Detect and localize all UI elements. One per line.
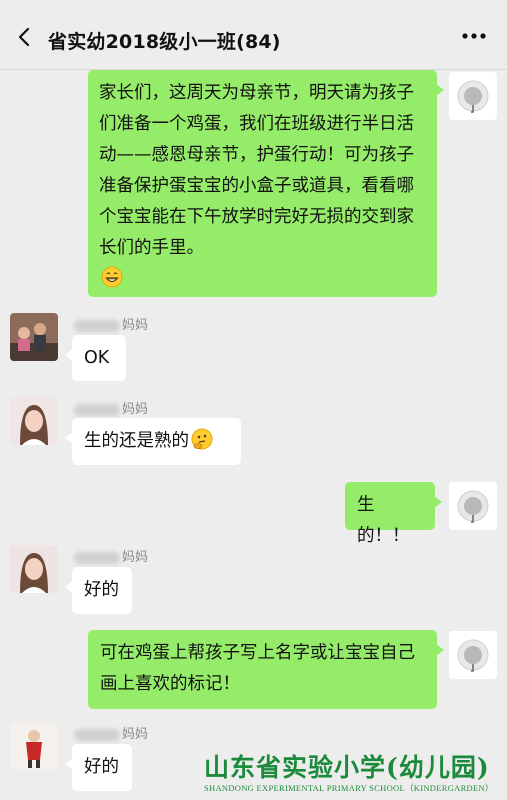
message-bubble[interactable]: 生的还是熟的 — [65, 418, 241, 465]
school-watermark: 山东省实验小学(幼儿园) SHANDONG EXPERIMENTAL PRIMA… — [204, 748, 504, 794]
profile-photo-icon — [449, 482, 497, 530]
redacted-name — [74, 319, 120, 332]
member-avatar[interactable] — [10, 545, 58, 593]
chat-header: 省实幼2018级小一班(84) — [0, 0, 507, 70]
profile-photo-icon — [10, 545, 58, 593]
member-avatar[interactable] — [10, 722, 58, 770]
message-bubble[interactable]: 好的 — [65, 744, 132, 791]
message-text: 生的还是熟的 — [84, 431, 189, 451]
message-text: OK — [84, 348, 110, 368]
member-avatar[interactable] — [10, 397, 58, 445]
redacted-name — [74, 551, 120, 564]
redacted-name — [74, 403, 120, 416]
watermark-title: 山东省实验小学(幼儿园) — [204, 753, 490, 782]
profile-photo-icon — [449, 631, 497, 679]
redacted-name — [74, 728, 120, 741]
member-avatar[interactable] — [10, 313, 58, 361]
message-bubble[interactable]: 生的！！ — [345, 482, 442, 546]
self-avatar[interactable] — [449, 631, 497, 679]
sender-name: 妈妈 — [74, 723, 148, 742]
watermark-subtitle: SHANDONG EXPERIMENTAL PRIMARY SCHOOL（KIN… — [204, 783, 494, 793]
sender-name: 妈妈 — [74, 314, 148, 333]
message-bubble[interactable]: 好的 — [65, 567, 132, 614]
profile-photo-icon — [10, 397, 58, 445]
profile-photo-icon — [10, 313, 58, 361]
message-text: 好的 — [84, 757, 119, 777]
message-text: 生的！！ — [357, 495, 410, 546]
message-text: 可在鸡蛋上帮孩子写上名字或让宝宝自己画上喜欢的标记！ — [100, 643, 415, 694]
grinning-face-icon — [101, 266, 123, 288]
sender-name: 妈妈 — [74, 398, 148, 417]
self-avatar[interactable] — [449, 72, 497, 120]
profile-photo-icon — [449, 72, 497, 120]
profile-photo-icon — [10, 722, 58, 770]
message-bubble[interactable]: OK — [65, 335, 126, 381]
self-avatar[interactable] — [449, 482, 497, 530]
message-bubble[interactable]: 可在鸡蛋上帮孩子写上名字或让宝宝自己画上喜欢的标记！ — [88, 630, 444, 709]
message-text: 家长们，这周天为母亲节，明天请为孩子们准备一个鸡蛋，我们在班级进行半日活动——感… — [99, 83, 414, 258]
chat-title: 省实幼2018级小一班(84) — [48, 31, 281, 53]
message-bubble[interactable]: 家长们，这周天为母亲节，明天请为孩子们准备一个鸡蛋，我们在班级进行半日活动——感… — [88, 70, 444, 297]
more-options-icon[interactable] — [461, 32, 487, 40]
thinking-face-icon — [191, 428, 213, 450]
back-arrow-icon[interactable] — [14, 26, 36, 48]
message-text: 好的 — [84, 580, 119, 600]
sender-name: 妈妈 — [74, 546, 148, 565]
